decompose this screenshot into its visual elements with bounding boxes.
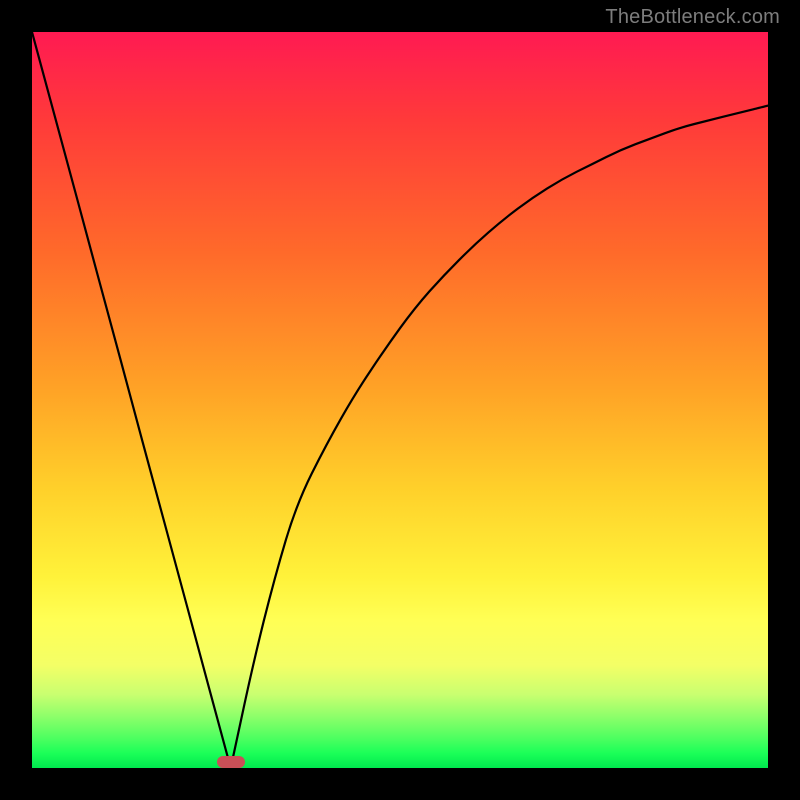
bottleneck-curve bbox=[32, 32, 768, 768]
curve-svg bbox=[32, 32, 768, 768]
plot-area bbox=[32, 32, 768, 768]
optimum-marker bbox=[217, 756, 245, 768]
chart-frame: TheBottleneck.com bbox=[0, 0, 800, 800]
watermark-text: TheBottleneck.com bbox=[605, 6, 780, 29]
